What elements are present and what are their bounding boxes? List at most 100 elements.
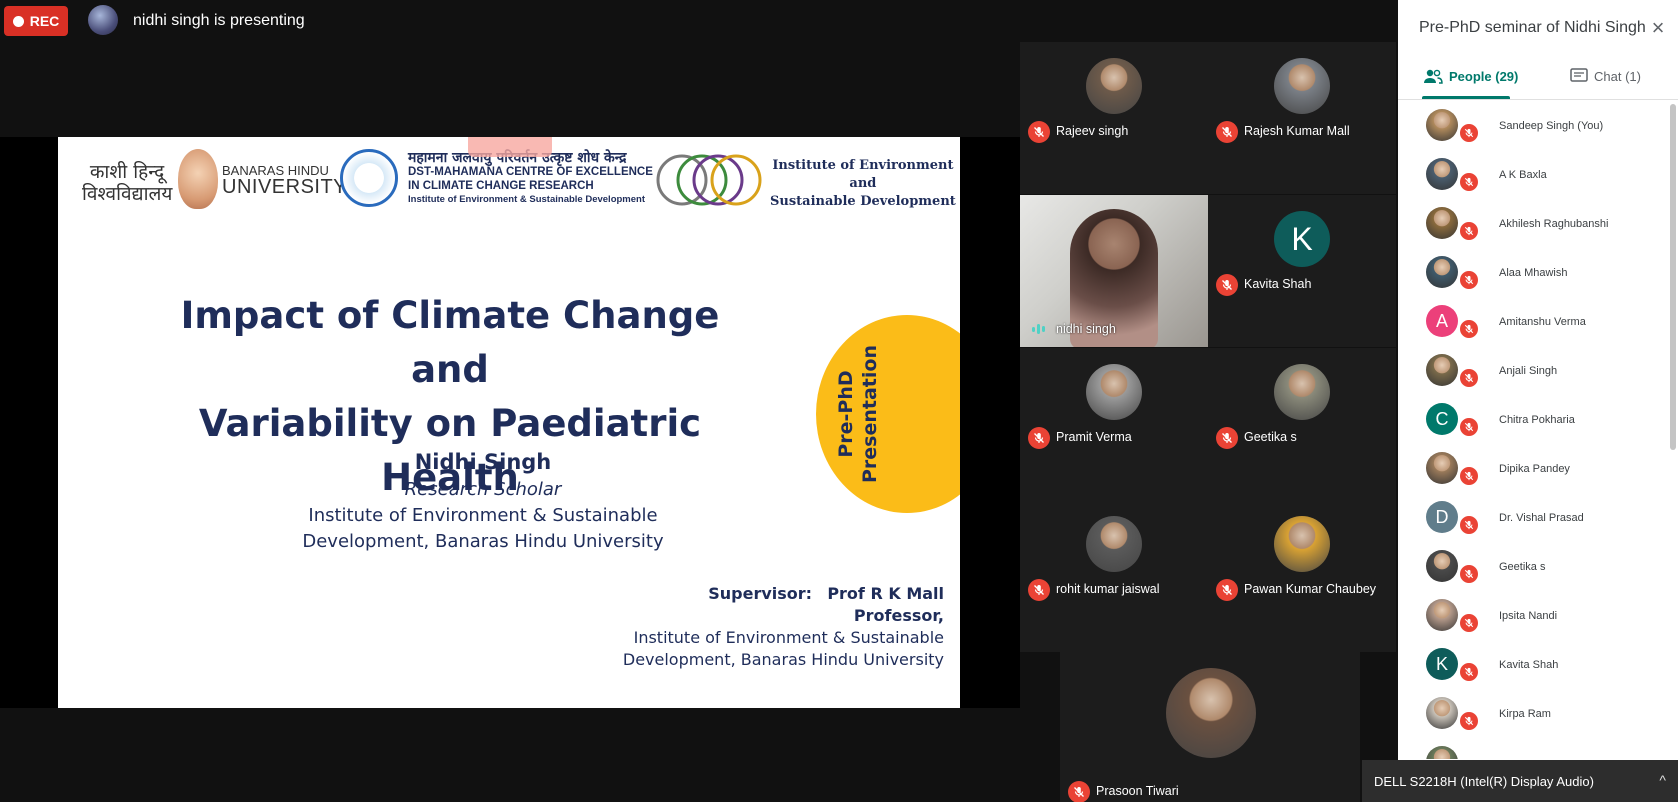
tile-name: nidhi singh bbox=[1056, 322, 1116, 336]
avatar bbox=[1426, 256, 1458, 288]
list-item[interactable]: Anjali Singh bbox=[1398, 349, 1678, 398]
supervisor-title: Professor, bbox=[853, 606, 944, 625]
presenting-status: nidhi singh is presenting bbox=[133, 12, 305, 29]
mic-off-icon bbox=[1458, 612, 1480, 634]
active-tab-indicator bbox=[1422, 96, 1510, 99]
iesd-logo-icon bbox=[656, 154, 762, 206]
audio-device-bar[interactable]: DELL S2218H (Intel(R) Display Audio) ^ bbox=[1362, 760, 1678, 802]
participant-tile[interactable]: K Kavita Shah bbox=[1208, 195, 1396, 347]
badge-line1: Pre-PhD bbox=[835, 370, 857, 458]
avatar bbox=[1426, 354, 1458, 386]
participant-name: Ipsita Nandi bbox=[1499, 610, 1558, 622]
avatar bbox=[1426, 109, 1458, 141]
bhu-hindi-logo: काशी हिन्दू विश्वविद्यालय bbox=[82, 161, 173, 205]
supervisor-inst-line2: Development, Banaras Hindu University bbox=[622, 650, 944, 669]
participant-tile[interactable]: Geetika s bbox=[1208, 348, 1396, 500]
participant-avatar bbox=[1086, 516, 1142, 572]
avatar bbox=[1426, 550, 1458, 582]
mic-off-icon bbox=[1458, 367, 1480, 389]
dst-seal-icon bbox=[340, 149, 398, 207]
participant-tile[interactable]: Rajeev singh bbox=[1020, 42, 1208, 194]
mic-off-icon bbox=[1458, 563, 1480, 585]
avatar bbox=[1426, 599, 1458, 631]
pre-phd-badge-text: Pre-PhD Presentation bbox=[834, 331, 884, 497]
tile-name: Prasoon Tiwari bbox=[1096, 784, 1179, 798]
participant-tile[interactable]: Rajesh Kumar Mall bbox=[1208, 42, 1396, 194]
participant-name: Amitanshu Verma bbox=[1499, 316, 1586, 328]
participant-avatar bbox=[1274, 364, 1330, 420]
avatar: D bbox=[1426, 501, 1458, 533]
people-list[interactable]: Sandeep Singh (You) A K Baxla Akhilesh Rag… bbox=[1398, 104, 1678, 759]
list-item[interactable]: Kirpa Ram bbox=[1398, 692, 1678, 741]
participant-name: Akhilesh Raghubanshi bbox=[1499, 218, 1609, 230]
mic-off-icon bbox=[1028, 121, 1050, 143]
avatar bbox=[1426, 452, 1458, 484]
dst-line1: DST-MAHAMANA CENTRE OF EXCELLENCE bbox=[408, 166, 653, 178]
supervisor-label: Supervisor: bbox=[708, 584, 813, 603]
tile-name: Rajeev singh bbox=[1056, 124, 1129, 138]
presentation-area: काशी हिन्दू विश्वविद्यालय BANARAS HINDU … bbox=[0, 137, 1020, 708]
avatar: C bbox=[1426, 403, 1458, 435]
tile-name: Geetika s bbox=[1244, 430, 1297, 444]
chat-icon bbox=[1570, 68, 1588, 82]
dst-line2: IN CLIMATE CHANGE RESEARCH bbox=[408, 180, 594, 192]
participant-avatar bbox=[1086, 364, 1142, 420]
mic-off-icon bbox=[1068, 781, 1090, 802]
mic-off-icon bbox=[1458, 171, 1480, 193]
meet-mini-controls[interactable] bbox=[468, 137, 552, 157]
badge-line2: Presentation bbox=[859, 345, 881, 483]
list-item[interactable]: D Dr. Vishal Prasad bbox=[1398, 496, 1678, 545]
tile-name: Rajesh Kumar Mall bbox=[1244, 124, 1350, 138]
list-item[interactable] bbox=[1398, 741, 1678, 759]
avatar: A bbox=[1426, 305, 1458, 337]
participant-name: Chitra Pokharia bbox=[1499, 414, 1575, 426]
presenter-avatar bbox=[88, 5, 118, 35]
bhu-seal-icon bbox=[178, 149, 218, 209]
list-item[interactable]: Ipsita Nandi bbox=[1398, 594, 1678, 643]
author-inst-line2: Development, Banaras Hindu University bbox=[302, 531, 664, 552]
participant-name: A K Baxla bbox=[1499, 169, 1547, 181]
participant-name: Dipika Pandey bbox=[1499, 463, 1570, 475]
avatar-initial: K bbox=[1291, 220, 1313, 257]
chevron-up-icon[interactable]: ^ bbox=[1659, 772, 1666, 788]
list-item[interactable]: K Kavita Shah bbox=[1398, 643, 1678, 692]
close-icon[interactable]: × bbox=[1646, 15, 1670, 40]
tile-name: rohit kumar jaiswal bbox=[1056, 582, 1160, 596]
people-icon bbox=[1424, 69, 1443, 84]
participant-tile[interactable]: Pramit Verma bbox=[1020, 348, 1208, 500]
avatar-initial: K bbox=[1435, 653, 1448, 674]
list-item[interactable]: A K Baxla bbox=[1398, 153, 1678, 202]
tab-people[interactable]: People (29) bbox=[1423, 68, 1518, 84]
participant-name: Dr. Vishal Prasad bbox=[1499, 512, 1584, 524]
iesd-line1: Institute of Environment bbox=[772, 158, 954, 173]
participant-avatar bbox=[1086, 58, 1142, 114]
slide-title-line1: Impact of Climate Change and bbox=[180, 294, 720, 391]
list-item[interactable]: A Amitanshu Verma bbox=[1398, 300, 1678, 349]
list-item[interactable]: Alaa Mhawish bbox=[1398, 251, 1678, 300]
avatar-initial: D bbox=[1435, 506, 1449, 527]
participant-name: Alaa Mhawish bbox=[1499, 267, 1568, 279]
participant-avatar bbox=[1166, 668, 1256, 758]
participant-tile[interactable]: Pawan Kumar Chaubey bbox=[1208, 500, 1396, 652]
list-item[interactable]: Sandeep Singh (You) bbox=[1398, 104, 1678, 153]
people-scrollbar[interactable] bbox=[1670, 104, 1676, 450]
tile-name: Pramit Verma bbox=[1056, 430, 1132, 444]
tab-chat[interactable]: Chat (1) bbox=[1570, 68, 1641, 84]
author-name: Nidhi Singh bbox=[414, 450, 552, 474]
list-item[interactable]: Geetika s bbox=[1398, 545, 1678, 594]
supervisor-inst-line1: Institute of Environment & Sustainable bbox=[633, 628, 944, 647]
list-item[interactable]: Akhilesh Raghubanshi bbox=[1398, 202, 1678, 251]
iesd-line2: and bbox=[849, 176, 877, 191]
mic-off-icon bbox=[1458, 465, 1480, 487]
author-role: Research Scholar bbox=[404, 479, 562, 500]
participant-name: Geetika s bbox=[1499, 561, 1546, 573]
supervisor-name: Prof R K Mall bbox=[827, 584, 944, 603]
participant-name: Kirpa Ram bbox=[1499, 708, 1551, 720]
tab-chat-label: Chat (1) bbox=[1594, 68, 1641, 84]
participant-tile[interactable]: rohit kumar jaiswal bbox=[1020, 500, 1208, 652]
list-item[interactable]: Dipika Pandey bbox=[1398, 447, 1678, 496]
presenter-video-tile[interactable]: nidhi singh bbox=[1020, 195, 1208, 347]
audio-device-label: DELL S2218H (Intel(R) Display Audio) bbox=[1374, 773, 1594, 789]
list-item[interactable]: C Chitra Pokharia bbox=[1398, 398, 1678, 447]
participant-tile[interactable]: Prasoon Tiwari bbox=[1060, 652, 1360, 802]
